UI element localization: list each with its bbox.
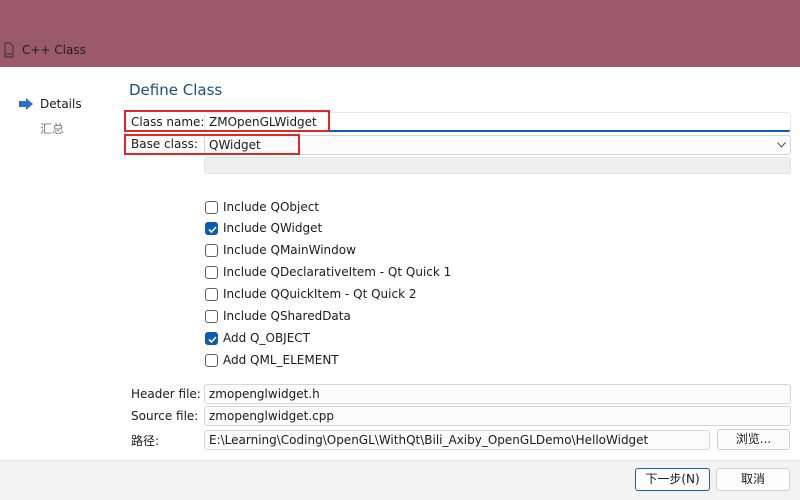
checkbox-box[interactable] xyxy=(205,200,218,214)
include-qmainwindow-checkbox[interactable]: Include QMainWindow xyxy=(205,242,356,258)
checkbox-box[interactable] xyxy=(205,309,218,323)
header-file-input[interactable]: zmopenglwidget.h xyxy=(204,384,791,404)
add-q-object-checkbox[interactable]: Add Q_OBJECT xyxy=(205,330,310,346)
next-button[interactable]: 下一步(N) xyxy=(635,468,710,491)
disabled-field xyxy=(204,157,791,174)
include-qwidget-checkbox[interactable]: Include QWidget xyxy=(205,220,322,236)
checkbox-label: Add QML_ELEMENT xyxy=(223,353,339,367)
chevron-down-icon xyxy=(777,142,786,148)
checkbox-label: Include QQuickItem - Qt Quick 2 xyxy=(223,287,417,301)
checkbox-box[interactable] xyxy=(205,287,218,301)
checkbox-box[interactable] xyxy=(205,353,218,367)
checkbox-label: Include QSharedData xyxy=(223,309,351,323)
checkmark-icon xyxy=(208,335,217,343)
add-qml-element-checkbox[interactable]: Add QML_ELEMENT xyxy=(205,352,339,368)
sidebar-item-details[interactable]: Details xyxy=(40,97,82,111)
checkbox-label: Add Q_OBJECT xyxy=(223,331,310,345)
checkbox-label: Include QObject xyxy=(223,200,320,214)
source-file-label: Source file: xyxy=(131,409,199,423)
window-title: C++ Class xyxy=(22,43,86,57)
include-qobject-checkbox[interactable]: Include QObject xyxy=(205,199,319,215)
source-file-input[interactable]: zmopenglwidget.cpp xyxy=(204,406,791,426)
checkbox-label: Include QWidget xyxy=(223,221,323,235)
checkbox-box[interactable] xyxy=(205,331,218,345)
path-label: 路径: xyxy=(131,434,160,448)
include-qquickitem-checkbox[interactable]: Include QQuickItem - Qt Quick 2 xyxy=(205,286,417,302)
page-title: Define Class xyxy=(129,81,223,99)
checkbox-box[interactable] xyxy=(205,265,218,279)
header-file-label: Header file: xyxy=(131,387,201,401)
base-class-highlight xyxy=(124,134,300,155)
sidebar-item-summary[interactable]: 汇总 xyxy=(40,120,64,137)
checkmark-icon xyxy=(208,225,217,233)
arrow-right-icon xyxy=(19,98,33,110)
checkbox-box[interactable] xyxy=(205,221,218,235)
title-bar: C++ Class xyxy=(0,0,800,67)
include-qshareddata-checkbox[interactable]: Include QSharedData xyxy=(205,308,351,324)
checkbox-label: Include QDeclarativeItem - Qt Quick 1 xyxy=(223,265,452,279)
cancel-button[interactable]: 取消 xyxy=(716,468,790,491)
class-name-highlight xyxy=(124,110,330,132)
document-icon xyxy=(4,42,14,58)
include-qdeclarativeitem-checkbox[interactable]: Include QDeclarativeItem - Qt Quick 1 xyxy=(205,264,451,280)
path-input[interactable]: E:\Learning\Coding\OpenGL\WithQt\Bili_Ax… xyxy=(204,430,710,450)
checkbox-label: Include QMainWindow xyxy=(223,243,356,257)
browse-button[interactable]: 浏览... xyxy=(717,429,790,450)
checkbox-box[interactable] xyxy=(205,243,218,257)
